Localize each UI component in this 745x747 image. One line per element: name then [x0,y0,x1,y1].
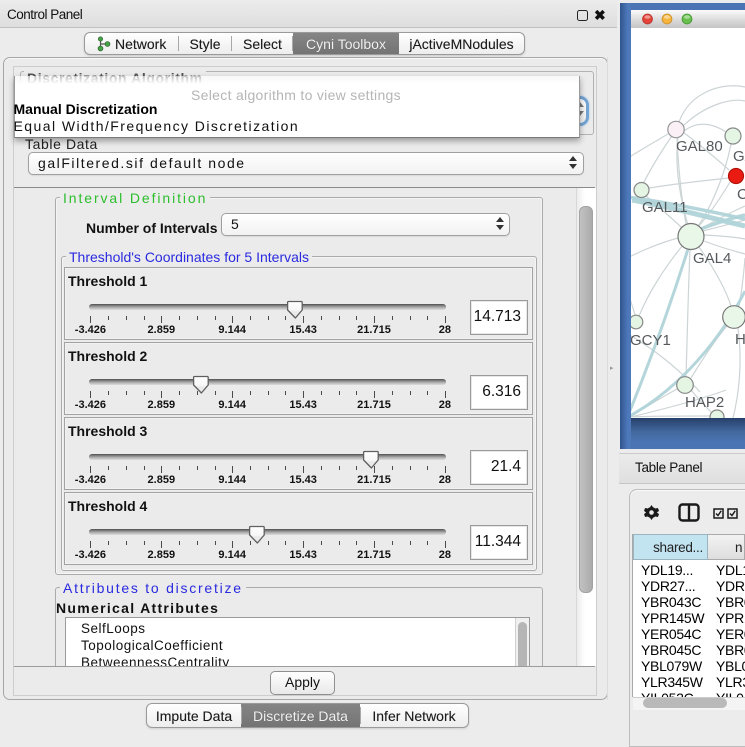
svg-text:GAL11: GAL11 [642,199,688,216]
svg-text:GAL80: GAL80 [676,138,723,155]
svg-text:C: C [737,186,745,203]
svg-text:HAP2: HAP2 [685,394,724,411]
svg-text:H: H [735,331,745,348]
svg-text:GCY1: GCY1 [631,332,671,349]
svg-text:GA: GA [733,148,745,165]
svg-text:GAL4: GAL4 [693,250,731,267]
